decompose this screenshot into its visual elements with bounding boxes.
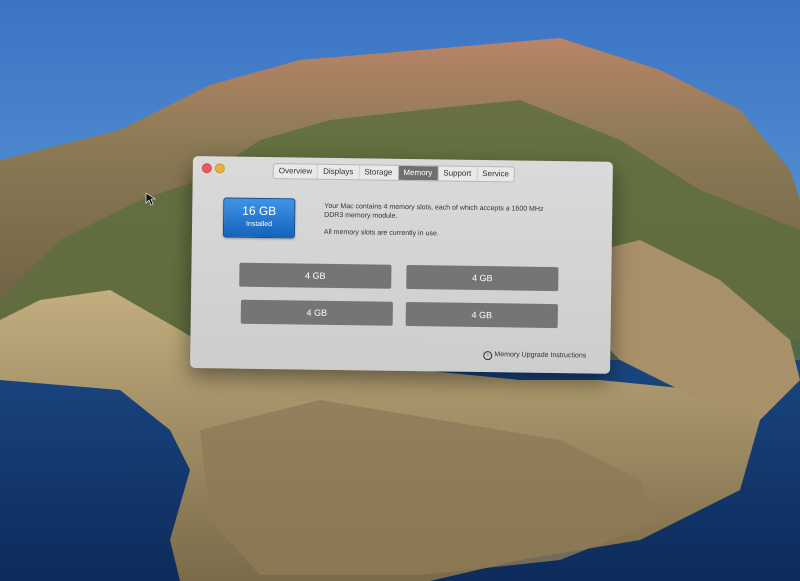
memory-upgrade-link-label: Memory Upgrade Instructions xyxy=(494,351,587,360)
installed-memory-label: Installed xyxy=(245,220,273,229)
title-bar: Overview Displays Storage Memory Support… xyxy=(193,156,613,184)
memory-slot-3: 4 GB xyxy=(240,299,393,326)
installed-memory-badge: 16 GB Installed xyxy=(222,197,296,239)
about-this-mac-window: Overview Displays Storage Memory Support… xyxy=(190,156,613,374)
close-button[interactable] xyxy=(201,163,212,174)
minimize-button[interactable] xyxy=(214,163,225,174)
memory-description: Your Mac contains 4 memory slots, each o… xyxy=(324,202,564,240)
tab-memory[interactable]: Memory xyxy=(398,165,439,181)
memory-slot-2: 4 GB xyxy=(406,264,559,292)
tab-displays[interactable]: Displays xyxy=(318,164,360,180)
tab-support[interactable]: Support xyxy=(438,166,478,181)
installed-memory-size: 16 GB xyxy=(242,203,277,219)
tab-overview[interactable]: Overview xyxy=(273,164,319,179)
tab-service[interactable]: Service xyxy=(477,167,514,182)
info-icon: › xyxy=(483,351,493,361)
tab-storage[interactable]: Storage xyxy=(359,165,399,180)
memory-slot-1: 4 GB xyxy=(239,262,392,289)
tab-bar: Overview Displays Storage Memory Support… xyxy=(272,163,516,183)
memory-upgrade-link[interactable]: › Memory Upgrade Instructions xyxy=(483,351,586,361)
memory-slots-info: Your Mac contains 4 memory slots, each o… xyxy=(324,202,544,220)
memory-slot-4: 4 GB xyxy=(405,301,558,329)
memory-slots-status: All memory slots are currently in use. xyxy=(323,228,439,238)
